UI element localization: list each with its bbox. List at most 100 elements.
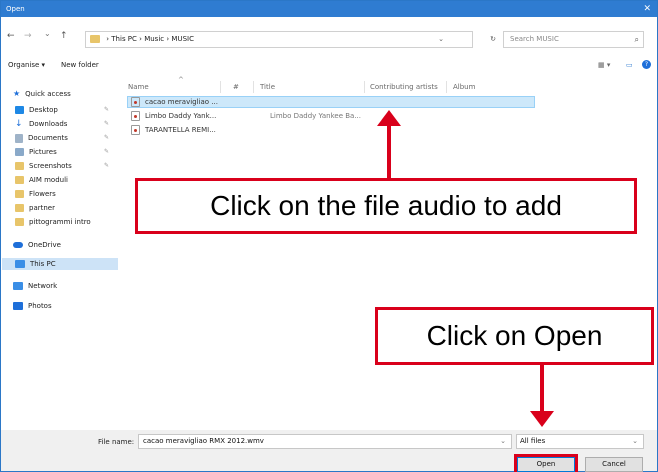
breadcrumb-music[interactable]: Music bbox=[144, 35, 164, 43]
breadcrumb-sep: › bbox=[106, 35, 110, 43]
column-divider[interactable] bbox=[220, 81, 221, 93]
sidebar-item-label: AIM moduli bbox=[29, 176, 68, 184]
sidebar-item-pictures[interactable]: Pictures ✎ bbox=[15, 146, 115, 158]
help-icon[interactable]: ? bbox=[642, 60, 651, 69]
sidebar-item-photos[interactable]: Photos bbox=[13, 300, 113, 312]
audio-file-icon bbox=[131, 111, 140, 121]
network-icon bbox=[13, 282, 23, 290]
breadcrumb-sep: › bbox=[166, 35, 170, 43]
file-name-field[interactable]: cacao meravigliao RMX 2012.wmv ⌄ bbox=[138, 434, 512, 449]
sidebar-item-quick-access[interactable]: ★ Quick access bbox=[13, 88, 113, 100]
new-folder-button[interactable]: New folder bbox=[61, 56, 99, 74]
preview-pane-icon[interactable]: ▭ bbox=[626, 56, 633, 74]
arrowhead-down-icon bbox=[530, 411, 554, 427]
address-dropdown-icon[interactable]: ⌄ bbox=[438, 32, 444, 47]
navigation-pane: ★ Quick access Desktop ✎ ↓ Downloads ✎ D… bbox=[1, 78, 130, 430]
sidebar-item-label: Photos bbox=[28, 302, 52, 310]
sidebar-item-downloads[interactable]: ↓ Downloads ✎ bbox=[15, 118, 115, 130]
sidebar-item-onedrive[interactable]: OneDrive bbox=[13, 239, 113, 251]
sidebar-item-label: Pictures bbox=[29, 148, 57, 156]
download-icon: ↓ bbox=[15, 119, 23, 129]
cancel-button[interactable]: Cancel bbox=[585, 457, 643, 472]
up-folder-icon[interactable]: ↑ bbox=[60, 31, 68, 41]
sidebar-item-this-pc[interactable]: This PC bbox=[2, 258, 130, 270]
open-button[interactable]: Open bbox=[514, 454, 578, 472]
annotation-arrow-down bbox=[540, 365, 544, 413]
column-divider[interactable] bbox=[253, 81, 254, 93]
sidebar-item-label: Downloads bbox=[29, 120, 68, 128]
file-name: Limbo Daddy Yank... bbox=[145, 112, 217, 120]
file-title: Limbo Daddy Yankee Ba... bbox=[270, 112, 361, 120]
refresh-icon[interactable]: ↻ bbox=[490, 32, 496, 47]
close-icon[interactable]: ✕ bbox=[643, 1, 651, 17]
audio-file-icon bbox=[131, 125, 140, 135]
title-bar: Open ✕ bbox=[1, 1, 657, 17]
breadcrumb-music-folder[interactable]: MUSIC bbox=[171, 35, 194, 43]
organise-button[interactable]: Organise ▾ bbox=[8, 56, 45, 74]
star-icon: ★ bbox=[13, 89, 21, 98]
file-type-select[interactable]: All files ⌄ bbox=[516, 434, 644, 449]
column-header-title[interactable]: Title bbox=[260, 83, 275, 91]
column-header-artists[interactable]: Contributing artists bbox=[370, 83, 438, 91]
sidebar-item-label: Flowers bbox=[29, 190, 56, 198]
pin-icon: ✎ bbox=[103, 148, 109, 155]
documents-icon bbox=[15, 133, 23, 143]
sidebar-item-label: Desktop bbox=[29, 106, 58, 114]
column-divider[interactable] bbox=[364, 81, 365, 93]
photos-icon bbox=[13, 302, 23, 310]
chevron-down-icon: ⌄ bbox=[632, 437, 638, 445]
change-view-icon[interactable]: ▦ ▾ bbox=[598, 56, 610, 74]
file-type-value: All files bbox=[520, 437, 546, 445]
audio-file-icon bbox=[131, 97, 140, 107]
folder-icon bbox=[15, 190, 24, 198]
sidebar-item-label: pittogrammi intro bbox=[29, 218, 91, 226]
file-name: TARANTELLA REMI... bbox=[145, 126, 216, 134]
desktop-icon bbox=[15, 106, 24, 114]
back-icon[interactable]: ← bbox=[7, 31, 15, 41]
sidebar-item-label: This PC bbox=[30, 260, 56, 268]
sidebar-item-label: OneDrive bbox=[28, 241, 61, 249]
cloud-icon bbox=[13, 242, 23, 248]
address-bar[interactable]: › This PC › Music › MUSIC ⌄ ↻ bbox=[85, 31, 496, 48]
pin-icon: ✎ bbox=[103, 120, 109, 127]
table-row[interactable]: TARANTELLA REMI... bbox=[128, 124, 216, 136]
search-placeholder: Search MUSIC bbox=[510, 35, 559, 43]
folder-icon bbox=[90, 35, 100, 43]
sidebar-item-screenshots[interactable]: Screenshots ✎ bbox=[15, 160, 115, 172]
sidebar-item-partner[interactable]: partner bbox=[15, 202, 115, 214]
annotation-select-file: Click on the file audio to add bbox=[135, 178, 637, 234]
file-name-value: cacao meravigliao RMX 2012.wmv bbox=[143, 437, 264, 445]
sidebar-item-label: Quick access bbox=[25, 90, 71, 98]
recent-locations-icon[interactable]: ⌄ bbox=[44, 29, 51, 38]
search-input[interactable]: Search MUSIC ⌕ bbox=[503, 31, 644, 48]
sidebar-item-label: Screenshots bbox=[29, 162, 72, 170]
folder-icon bbox=[15, 204, 24, 212]
column-header-name[interactable]: Name bbox=[128, 83, 149, 91]
column-divider[interactable] bbox=[446, 81, 447, 93]
sidebar-item-aim-moduli[interactable]: AIM moduli bbox=[15, 174, 115, 186]
column-header-number[interactable]: # bbox=[233, 83, 239, 91]
column-header-album[interactable]: Album bbox=[453, 83, 475, 91]
table-row[interactable]: cacao meravigliao ... bbox=[127, 96, 535, 108]
sidebar-item-flowers[interactable]: Flowers bbox=[15, 188, 115, 200]
folder-icon bbox=[15, 162, 24, 170]
arrowhead-up-icon bbox=[377, 110, 401, 126]
file-name-label: File name: bbox=[98, 438, 135, 446]
sidebar-item-network[interactable]: Network bbox=[13, 280, 113, 292]
search-icon: ⌕ bbox=[634, 35, 639, 44]
sidebar-item-documents[interactable]: Documents ✎ bbox=[15, 132, 115, 144]
sidebar-item-pittogrammi-intro[interactable]: pittogrammi intro bbox=[15, 216, 115, 228]
pin-icon: ✎ bbox=[103, 162, 109, 169]
annotation-arrow-up bbox=[387, 124, 391, 180]
sidebar-item-desktop[interactable]: Desktop ✎ bbox=[15, 104, 115, 116]
forward-icon[interactable]: → bbox=[24, 31, 32, 41]
breadcrumb-this-pc[interactable]: This PC bbox=[111, 35, 137, 43]
sidebar-item-label: Documents bbox=[28, 134, 68, 142]
chevron-down-icon[interactable]: ⌄ bbox=[500, 435, 506, 448]
table-row[interactable]: Limbo Daddy Yank... Limbo Daddy Yankee B… bbox=[128, 110, 361, 122]
pin-icon: ✎ bbox=[103, 106, 109, 113]
breadcrumb-sep: › bbox=[139, 35, 142, 43]
annotation-click-open: Click on Open bbox=[375, 307, 654, 365]
file-name: cacao meravigliao ... bbox=[145, 98, 218, 106]
folder-icon bbox=[15, 176, 24, 184]
